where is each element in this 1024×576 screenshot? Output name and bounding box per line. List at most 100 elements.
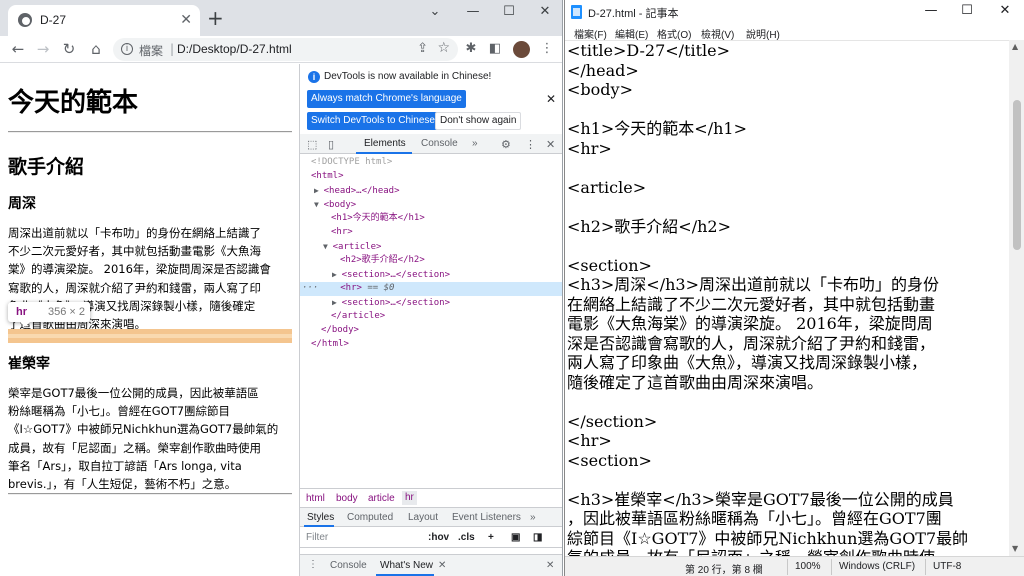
- drawer-tab-console[interactable]: Console: [330, 560, 367, 571]
- dom-head[interactable]: <head>…</head>: [324, 186, 400, 196]
- dom-article[interactable]: <article>: [333, 242, 382, 252]
- sidebar-icon[interactable]: ◧: [487, 41, 503, 57]
- expand-arrow-icon[interactable]: ▶: [314, 186, 324, 195]
- dom-section-row[interactable]: ▶ <section>…</section>: [332, 296, 450, 309]
- settings-gear-icon[interactable]: ⚙: [501, 138, 511, 151]
- more-tabs-icon[interactable]: »: [472, 138, 478, 149]
- language-banner: i DevTools is now available in Chinese! …: [300, 64, 562, 132]
- add-rule-icon[interactable]: +: [488, 532, 494, 543]
- scroll-down-icon[interactable]: ▼: [1012, 544, 1018, 553]
- separator: |: [170, 42, 175, 56]
- reload-button[interactable]: ↻: [60, 40, 78, 58]
- text-editor[interactable]: <title>D-27</title> </head> <body> <h1>今天的…: [565, 40, 1009, 556]
- maximize-button[interactable]: ☐: [495, 4, 523, 20]
- editor-line: 隨後確定了這首歌曲由周深來演唱。: [567, 372, 824, 392]
- switch-to-chinese-button[interactable]: Switch DevTools to Chinese: [307, 112, 439, 130]
- computed-sidebar-icon[interactable]: ◨: [533, 532, 542, 543]
- banner-close-icon[interactable]: ✕: [546, 92, 556, 106]
- info-icon[interactable]: i: [121, 43, 133, 55]
- dom-hr-selected[interactable]: <hr>: [340, 283, 362, 293]
- tab-close-icon[interactable]: ✕: [180, 11, 192, 29]
- notepad-titlebar: D-27.html - 記事本 — ☐ ✕: [565, 0, 1024, 24]
- dom-section[interactable]: <section>…</section>: [342, 270, 450, 280]
- drawer-menu-icon[interactable]: ⋮: [308, 559, 318, 570]
- url-text[interactable]: D:/Desktop/D-27.html: [177, 42, 292, 56]
- menu-edit[interactable]: 編輯(E): [615, 26, 648, 41]
- dom-doctype[interactable]: <!DOCTYPE html>: [311, 156, 392, 169]
- filter-input[interactable]: Filter: [306, 532, 328, 543]
- back-button[interactable]: ←: [9, 40, 27, 58]
- drawer-tab-close-icon[interactable]: ✕: [438, 560, 446, 571]
- new-tab-button[interactable]: +: [207, 8, 224, 28]
- more-subtabs-icon[interactable]: »: [530, 512, 536, 523]
- device-toggle-icon[interactable]: ▯: [328, 138, 334, 151]
- tab-console[interactable]: Console: [421, 138, 458, 149]
- dom-section[interactable]: <section>…</section>: [342, 298, 450, 308]
- tab-event-listeners[interactable]: Event Listeners: [452, 512, 521, 523]
- dom-head-row[interactable]: ▶ <head>…</head>: [314, 184, 400, 197]
- close-window-button[interactable]: ✕: [987, 3, 1023, 19]
- tab-elements[interactable]: Elements: [364, 138, 406, 149]
- scroll-up-icon[interactable]: ▲: [1012, 42, 1018, 51]
- address-bar[interactable]: i 檔案 | D:/Desktop/D-27.html ⇪ ☆: [113, 38, 458, 61]
- breadcrumb-article[interactable]: article: [368, 493, 395, 504]
- dont-show-again-button[interactable]: Don't show again: [435, 112, 522, 130]
- breadcrumb-html[interactable]: html: [306, 493, 325, 504]
- collapse-arrow-icon[interactable]: ▼: [323, 242, 333, 251]
- menu-bar: 檔案(F) 編輯(E) 格式(O) 檢視(V) 說明(H): [565, 24, 1024, 41]
- bio-line: brevis.」，有「人生短促，藝術不朽」之意。: [8, 477, 237, 492]
- vertical-scrollbar[interactable]: ▲ ▼: [1009, 40, 1024, 556]
- inspect-icon[interactable]: ⬚: [307, 138, 317, 151]
- bookmark-star-icon[interactable]: ☆: [437, 40, 450, 56]
- forward-button[interactable]: →: [34, 40, 52, 58]
- tab-styles[interactable]: Styles: [307, 512, 334, 523]
- menu-help[interactable]: 說明(H): [746, 26, 780, 41]
- editor-line: 綜節目《I☆GOT7》中被師兄Nichkhun選為GOT7最帥: [567, 528, 969, 548]
- hov-toggle[interactable]: :hov: [428, 532, 449, 543]
- expand-arrow-icon[interactable]: ▶: [332, 270, 342, 279]
- dom-article-close[interactable]: </article>: [331, 310, 385, 323]
- dom-hr[interactable]: <hr>: [331, 226, 353, 239]
- breadcrumb-body[interactable]: body: [336, 493, 358, 504]
- dom-html[interactable]: <html>: [311, 170, 344, 183]
- share-icon[interactable]: ⇪: [417, 41, 428, 56]
- home-button[interactable]: ⌂: [87, 40, 105, 58]
- kebab-menu-icon[interactable]: ⋮: [525, 138, 536, 151]
- tab-computed[interactable]: Computed: [347, 512, 393, 523]
- editor-line: <section>: [567, 450, 652, 470]
- minimize-button[interactable]: —: [459, 4, 487, 20]
- browser-tab[interactable]: D-27 ✕: [8, 5, 200, 36]
- breadcrumb-hr[interactable]: hr: [402, 491, 417, 505]
- close-drawer-icon[interactable]: ✕: [546, 560, 554, 571]
- cls-toggle[interactable]: .cls: [458, 532, 475, 543]
- dom-selected-hr[interactable]: ··· <hr> == $0: [302, 282, 394, 295]
- close-window-button[interactable]: ✕: [531, 4, 559, 20]
- drawer-tab-whats-new[interactable]: What's New: [380, 560, 433, 571]
- dom-h1[interactable]: <h1>今天的範本</h1>: [331, 212, 425, 225]
- bio-line: 筆名「Ars」，取自拉丁諺語「Ars longa, vita: [8, 458, 242, 473]
- always-match-language-button[interactable]: Always match Chrome's language: [307, 90, 466, 108]
- expand-arrow-icon[interactable]: ▶: [332, 298, 342, 307]
- paint-icon[interactable]: ▣: [511, 532, 520, 543]
- devtools-tabs: ⬚ ▯ Elements Console » ⚙ ⋮ ✕: [300, 134, 562, 154]
- dom-article-row[interactable]: ▼ <article>: [323, 240, 381, 253]
- scroll-thumb[interactable]: [1013, 100, 1021, 250]
- menu-file[interactable]: 檔案(F): [574, 26, 607, 41]
- dom-html-close[interactable]: </html>: [311, 338, 349, 351]
- dom-body[interactable]: <body>: [324, 200, 357, 210]
- menu-format[interactable]: 格式(O): [657, 26, 691, 41]
- minimize-button[interactable]: —: [913, 3, 949, 19]
- close-devtools-icon[interactable]: ✕: [546, 138, 555, 151]
- dom-section-row[interactable]: ▶ <section>…</section>: [332, 268, 450, 281]
- tab-search-icon[interactable]: ⌄: [421, 4, 449, 20]
- dom-h2[interactable]: <h2>歌手介紹</h2>: [340, 254, 425, 267]
- maximize-button[interactable]: ☐: [949, 3, 985, 19]
- puzzle-icon[interactable]: ✱: [463, 41, 479, 57]
- dom-body-row[interactable]: ▼ <body>: [314, 198, 356, 211]
- collapse-arrow-icon[interactable]: ▼: [314, 200, 324, 209]
- avatar[interactable]: [513, 41, 530, 58]
- dom-body-close[interactable]: </body>: [321, 324, 359, 337]
- menu-view[interactable]: 檢視(V): [701, 26, 734, 41]
- tab-layout[interactable]: Layout: [408, 512, 438, 523]
- menu-icon[interactable]: ⋮: [539, 41, 555, 57]
